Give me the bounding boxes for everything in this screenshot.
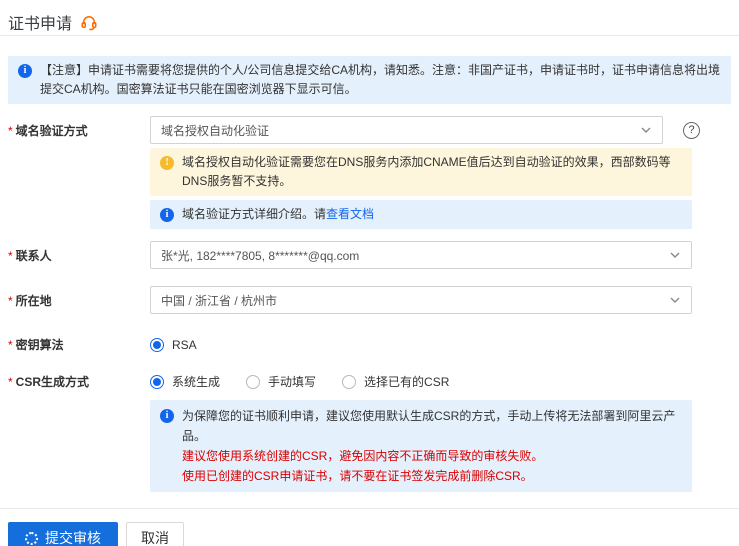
required-asterisk: *	[8, 293, 13, 308]
footer-actions: 提交审核 取消	[0, 509, 739, 546]
help-icon[interactable]: ?	[683, 121, 700, 139]
location-select[interactable]: 中国 / 浙江省 / 杭州市	[150, 286, 692, 314]
csr-info-line: 为保障您的证书顺利申请，建议您使用默认生成CSR的方式，手动上传将无法部署到阿里…	[182, 409, 676, 443]
chevron-down-icon	[640, 124, 652, 136]
domain-validation-warning-banner: ! 域名授权自动化验证需要您在DNS服务内添加CNAME值后达到自动验证的效果，…	[150, 148, 692, 196]
radio-button-icon	[150, 374, 164, 389]
view-docs-link[interactable]: 查看文档	[326, 207, 374, 221]
submit-review-button[interactable]: 提交审核	[8, 522, 118, 546]
required-asterisk: *	[8, 375, 13, 389]
radio-manual-fill-label: 手动填写	[268, 375, 317, 389]
page-title: 证书申请	[8, 15, 73, 33]
field-label-csr-method: * CSR生成方式	[8, 375, 90, 389]
field-label-key-algorithm: * 密钥算法	[8, 338, 64, 352]
domain-validation-warning-text: 域名授权自动化验证需要您在DNS服务内添加CNAME值后达到自动验证的效果，西部…	[182, 155, 671, 188]
domain-validation-select-value: 域名授权自动化验证	[161, 123, 270, 138]
form-row-csr-method: * CSR生成方式 系统生成 手动填写 选择已有的CSR	[0, 373, 739, 390]
certificate-application-page: 证书申请 i 【注意】申请证书需要将您提供的个人/公司信息提交给CA机构，请知悉…	[0, 0, 739, 546]
radio-button-icon	[150, 337, 164, 352]
domain-validation-info-text: 域名验证方式详细介绍。请	[182, 207, 327, 221]
radio-system-generated-label: 系统生成	[172, 375, 221, 389]
csr-warning-line: 使用已创建的CSR申请证书，请不要在证书签发完成前删除CSR。	[182, 469, 533, 483]
domain-validation-select[interactable]: 域名授权自动化验证	[150, 116, 663, 144]
info-icon: i	[160, 409, 174, 423]
info-icon: i	[18, 64, 32, 78]
required-asterisk: *	[8, 248, 13, 263]
page-header: 证书申请	[0, 0, 739, 36]
radio-existing-csr-label: 选择已有的CSR	[364, 375, 450, 389]
form-row-contact: * 联系人 张*光, 182****7805, 8*******@qq.com	[0, 241, 739, 269]
csr-warning-line: 建议您使用系统创建的CSR，避免因内容不正确而导致的审核失败。	[182, 449, 544, 463]
domain-validation-info-banner: i 域名验证方式详细介绍。请查看文档	[150, 200, 692, 229]
radio-button-icon	[342, 374, 357, 389]
radio-system-generated[interactable]: 系统生成	[150, 373, 220, 390]
contact-select-value: 张*光, 182****7805, 8*******@qq.com	[161, 248, 360, 263]
radio-rsa[interactable]: RSA	[150, 337, 197, 352]
warning-icon: !	[160, 156, 174, 170]
top-notice-banner: i 【注意】申请证书需要将您提供的个人/公司信息提交给CA机构，请知悉。注意：非…	[8, 56, 731, 104]
required-asterisk: *	[8, 123, 13, 138]
location-select-value: 中国 / 浙江省 / 杭州市	[161, 293, 278, 308]
form-row-domain-validation: * 域名验证方式 域名授权自动化验证 ?	[0, 116, 739, 144]
info-icon: i	[160, 208, 174, 222]
csr-info-banner: i 为保障您的证书顺利申请，建议您使用默认生成CSR的方式，手动上传将无法部署到…	[150, 400, 692, 492]
headset-support-icon[interactable]	[80, 13, 98, 31]
required-asterisk: *	[8, 338, 13, 352]
radio-button-icon	[246, 374, 261, 389]
form-row-location: * 所在地 中国 / 浙江省 / 杭州市	[0, 286, 739, 314]
submit-review-label: 提交审核	[45, 530, 101, 546]
chevron-down-icon	[669, 294, 681, 306]
radio-existing-csr[interactable]: 选择已有的CSR	[342, 373, 449, 390]
chevron-down-icon	[669, 249, 681, 261]
contact-select[interactable]: 张*光, 182****7805, 8*******@qq.com	[150, 241, 692, 269]
radio-manual-fill[interactable]: 手动填写	[246, 373, 316, 390]
cancel-button[interactable]: 取消	[126, 522, 184, 546]
field-label-domain-validation: * 域名验证方式	[8, 123, 88, 138]
notice-text: 【注意】申请证书需要将您提供的个人/公司信息提交给CA机构，请知悉。注意：非国产…	[40, 63, 721, 96]
field-label-contact: * 联系人	[8, 248, 52, 263]
form-row-key-algorithm: * 密钥算法 RSA	[0, 336, 739, 353]
loading-spinner-icon	[25, 531, 38, 545]
field-label-location: * 所在地	[8, 293, 52, 308]
radio-rsa-label: RSA	[172, 337, 197, 352]
